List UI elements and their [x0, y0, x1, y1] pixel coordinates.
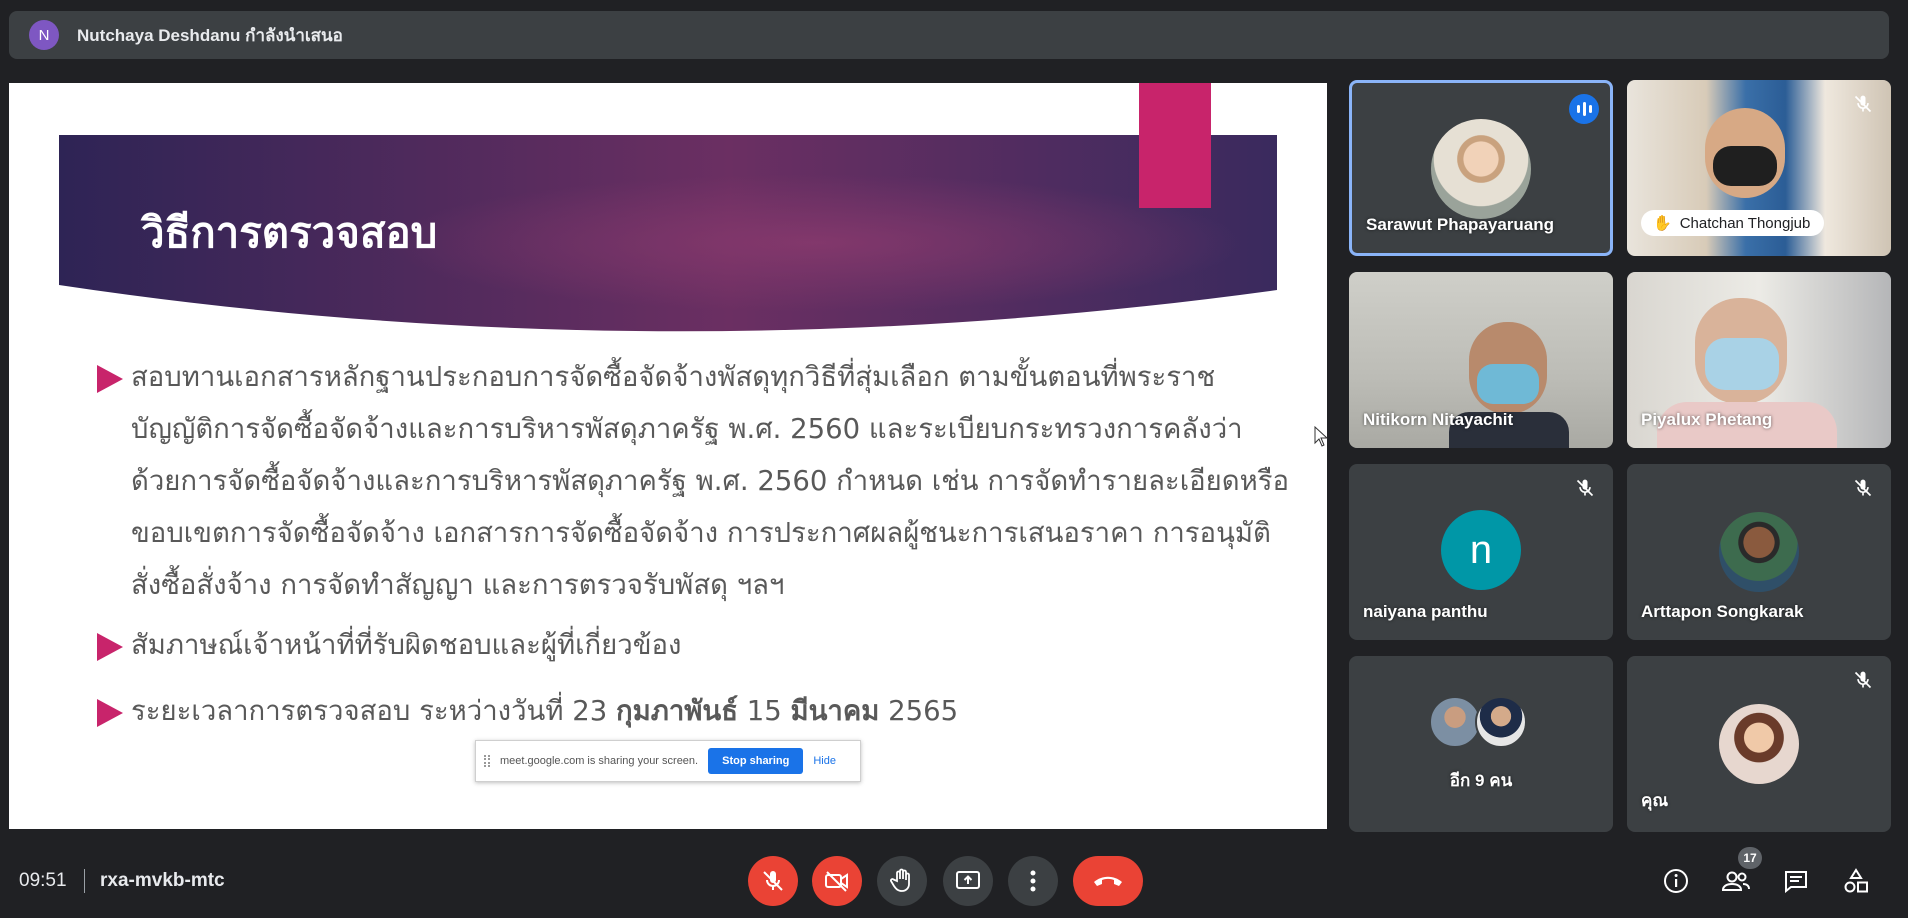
- bullet-text: สัมภาษณ์เจ้าหน้าที่ที่รับผิดชอบและผู้ที่…: [131, 629, 682, 661]
- participant-name: Chatchan Thongjub: [1679, 214, 1811, 232]
- bullet-arrow-icon: [97, 633, 123, 661]
- participant-tile[interactable]: อีก 9 คน: [1349, 656, 1613, 832]
- present-button[interactable]: [943, 856, 993, 906]
- participant-tile[interactable]: Arttapon Songkarak: [1627, 464, 1891, 640]
- participant-tile[interactable]: Piyalux Phetang: [1627, 272, 1891, 448]
- slide-title: วิธีการตรวจสอบ: [141, 208, 438, 257]
- bullet-text: สอบทานเอกสารหลักฐานประกอบการจัดซื้อจัดจ้…: [131, 361, 1289, 601]
- info-icon: [1664, 869, 1688, 893]
- present-icon: [956, 871, 980, 889]
- camera-toggle-button[interactable]: [812, 856, 862, 906]
- more-options-button[interactable]: [1008, 856, 1058, 906]
- participant-name: Nitikorn Nitayachit: [1363, 410, 1514, 429]
- stop-sharing-button[interactable]: Stop sharing: [708, 748, 804, 774]
- participant-name: อีก 9 คน: [1449, 771, 1513, 790]
- bullet-item: สัมภาษณ์เจ้าหน้าที่ที่รับผิดชอบและผู้ที่…: [89, 619, 1289, 671]
- participant-name: naiyana panthu: [1363, 602, 1488, 621]
- bullet-item: ระยะเวลาการตรวจสอบ ระหว่างวันที่ 23 กุมภ…: [89, 685, 1289, 737]
- mouse-cursor-icon: [1314, 426, 1329, 447]
- activities-icon: [1844, 868, 1868, 893]
- avatar: n: [1441, 510, 1521, 590]
- divider: [84, 869, 85, 893]
- bullet-text: 2565: [879, 695, 959, 727]
- mic-off-icon: [1854, 671, 1872, 689]
- bullet-month: กุมภาพันธ์: [615, 695, 738, 727]
- bullet-arrow-icon: [97, 699, 123, 727]
- screen-share-notice: meet.google.com is sharing your screen. …: [475, 740, 861, 782]
- clock: 09:51: [19, 870, 67, 891]
- bullet-item: สอบทานเอกสารหลักฐานประกอบการจัดซื้อจัดจ้…: [89, 351, 1289, 611]
- avatar: [1719, 704, 1799, 784]
- avatar: [1429, 696, 1481, 748]
- mic-off-icon: [1854, 479, 1872, 497]
- avatar: [1475, 696, 1527, 748]
- participant-tile[interactable]: Sarawut Phapayaruang: [1349, 80, 1613, 256]
- slide-accent-tab: [1139, 83, 1211, 208]
- meeting-code: rxa-mvkb-mtc: [100, 870, 225, 891]
- people-button[interactable]: [1721, 866, 1751, 896]
- participant-tile[interactable]: n naiyana panthu: [1349, 464, 1613, 640]
- mic-toggle-button[interactable]: [748, 856, 798, 906]
- bullet-text: 15: [738, 695, 791, 727]
- participant-name: Piyalux Phetang: [1641, 410, 1773, 429]
- face-mask: [1705, 338, 1779, 390]
- participant-tile[interactable]: ✋ Chatchan Thongjub: [1627, 80, 1891, 256]
- end-call-icon: [1094, 876, 1122, 886]
- chat-button[interactable]: [1781, 866, 1811, 896]
- chat-icon: [1785, 871, 1807, 893]
- shared-screen: วิธีการตรวจสอบ สอบทานเอกสารหลักฐานประกอบ…: [9, 83, 1327, 829]
- participant-name: Sarawut Phapayaruang: [1366, 215, 1555, 234]
- participant-name-pill: ✋ Chatchan Thongjub: [1641, 210, 1825, 236]
- raise-hand-icon: [890, 868, 910, 892]
- mic-off-icon: [1576, 479, 1594, 497]
- more-icon: [1030, 870, 1036, 892]
- bullet-month: มีนาคม: [790, 695, 880, 727]
- meeting-details-button[interactable]: [1661, 866, 1691, 896]
- camera-off-icon: [825, 871, 848, 892]
- bullet-text: ระยะเวลาการตรวจสอบ ระหว่างวันที่ 23: [131, 695, 616, 727]
- mic-off-icon: [1854, 95, 1872, 113]
- share-notice-text: meet.google.com is sharing your screen.: [500, 755, 699, 767]
- avatar: [1431, 119, 1531, 219]
- participant-tile[interactable]: คุณ: [1627, 656, 1891, 832]
- people-icon: [1721, 871, 1750, 891]
- presenter-label: Nutchaya Deshdanu กำลังนำเสนอ: [77, 25, 343, 45]
- participant-tile[interactable]: Nitikorn Nitayachit: [1349, 272, 1613, 448]
- avatar: [1719, 512, 1799, 592]
- raise-hand-button[interactable]: [877, 856, 927, 906]
- presenter-bar: N Nutchaya Deshdanu กำลังนำเสนอ: [9, 11, 1889, 59]
- speaking-indicator-icon: [1569, 94, 1599, 124]
- leave-call-button[interactable]: [1073, 856, 1143, 906]
- bullet-arrow-icon: [97, 365, 123, 393]
- presenter-avatar: N: [29, 20, 59, 50]
- participant-count-badge: 17: [1738, 847, 1762, 869]
- hide-link[interactable]: Hide: [813, 755, 836, 767]
- face-mask: [1713, 146, 1777, 186]
- face-mask: [1477, 364, 1539, 404]
- raise-hand-icon: ✋: [1653, 215, 1672, 232]
- participant-name: Arttapon Songkarak: [1641, 602, 1804, 621]
- mic-off-icon: [763, 871, 783, 891]
- overflow-avatars: [1429, 696, 1527, 748]
- participant-name: คุณ: [1641, 791, 1669, 810]
- drag-handle-icon[interactable]: [484, 755, 490, 767]
- activities-button[interactable]: [1841, 866, 1871, 896]
- slide-bullets: สอบทานเอกสารหลักฐานประกอบการจัดซื้อจัดจ้…: [89, 351, 1289, 737]
